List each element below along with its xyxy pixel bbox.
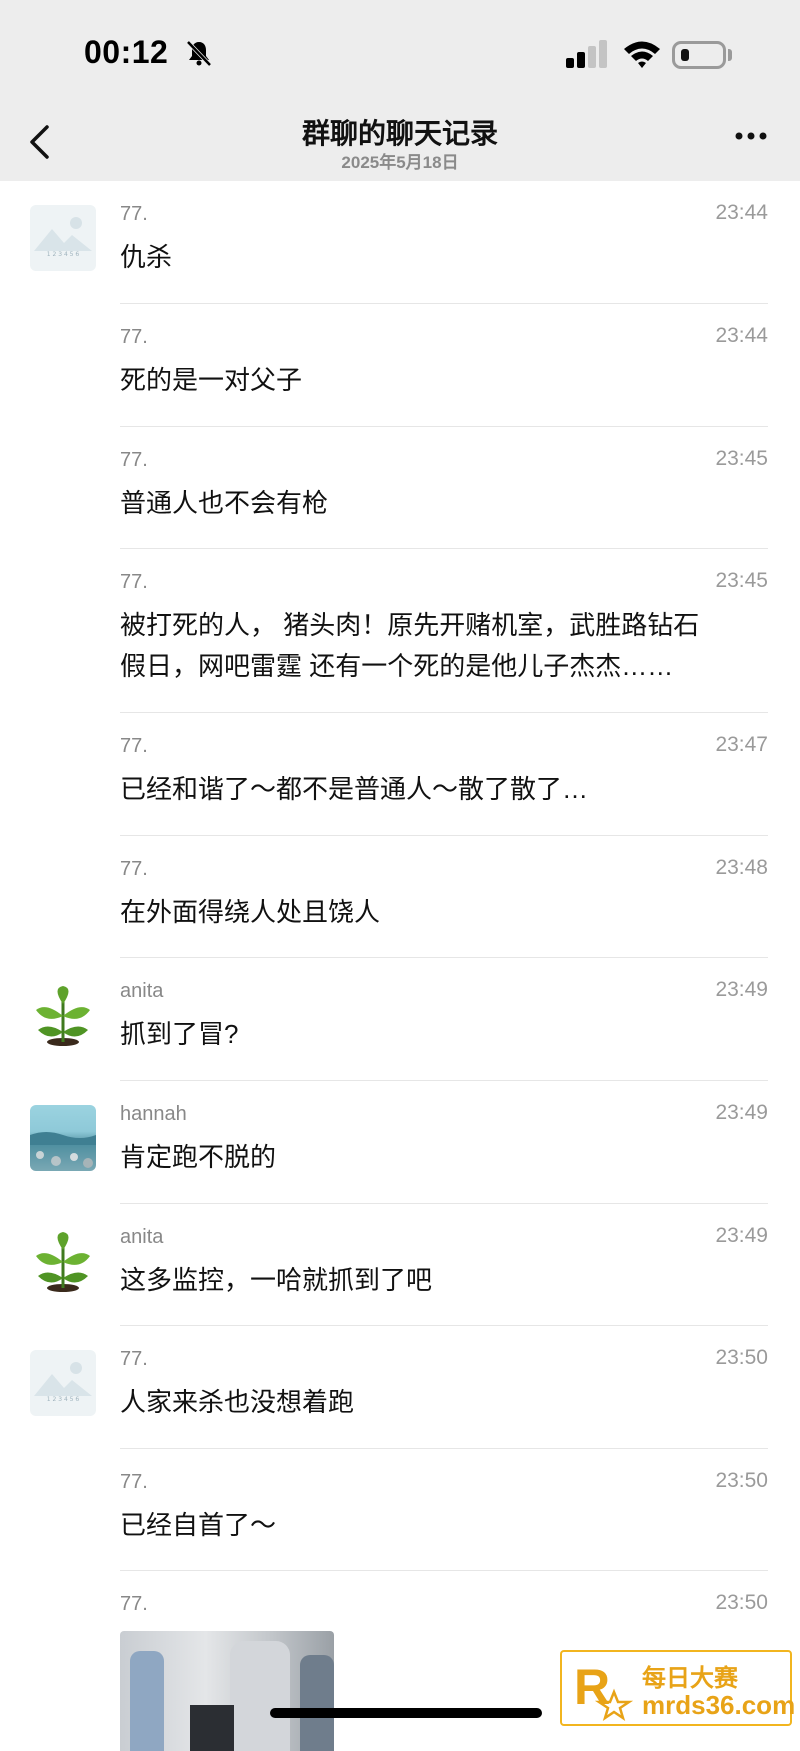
message-item[interactable]: 1 2 3 4 5 6 77. 23:50 人家来杀也没想着跑	[0, 1326, 800, 1449]
avatar[interactable]: 1 2 3 4 5 6	[30, 205, 96, 271]
message-text: 肯定跑不脱的	[120, 1142, 277, 1172]
message-time: 23:48	[715, 856, 768, 879]
battery-icon	[672, 41, 726, 69]
message-text: 人家来杀也没想着跑	[120, 1387, 355, 1417]
avatar[interactable]	[30, 1105, 96, 1171]
message-item[interactable]: 77. 23:45 被打死的人， 猪头肉！原先开赌机室，武胜路钻石假日，网吧雷霆…	[0, 549, 800, 713]
home-indicator[interactable]	[270, 1708, 542, 1718]
message-text: 已经自首了～	[120, 1510, 277, 1540]
message-time: 23:49	[715, 978, 768, 1001]
message-text: 这多监控，一哈就抓到了吧	[120, 1265, 433, 1295]
avatar-caption: 1 2 3 4 5 6	[46, 1396, 80, 1403]
message-time: 23:45	[715, 569, 768, 592]
avatar-caption: 1 2 3 4 5 6	[46, 251, 80, 258]
photo-figure	[300, 1655, 334, 1751]
message-text: 死的是一对父子	[120, 365, 303, 395]
message-item[interactable]: anita 23:49 这多监控，一哈就抓到了吧	[0, 1204, 800, 1326]
battery-level	[681, 49, 689, 61]
message-time: 23:47	[715, 733, 768, 756]
wifi-icon	[624, 41, 660, 68]
plant-icon	[36, 986, 90, 1046]
message-text: 已经和谐了～都不是普通人～散了散了…	[120, 774, 589, 804]
message-time: 23:49	[715, 1224, 768, 1247]
watermark-name: 每日大赛	[642, 1665, 738, 1692]
message-item[interactable]: 1 2 3 4 5 6 77. 23:44 仇杀	[0, 181, 800, 304]
sender-name: 77.	[120, 571, 148, 593]
message-text: 仇杀	[120, 242, 173, 272]
message-item[interactable]: 77. 23:47 已经和谐了～都不是普通人～散了散了…	[0, 713, 800, 836]
watermark-url: mrds36.com	[642, 1690, 796, 1720]
cellular-signal-icon	[566, 40, 607, 68]
photo-figure	[130, 1651, 164, 1751]
status-time: 00:12	[84, 34, 169, 70]
watermark-r-star-icon: R	[574, 1659, 634, 1721]
sender-name: 77.	[120, 326, 148, 348]
top-bar: 00:12 群聊的聊天记录 2025年5月18日	[0, 0, 800, 181]
message-item[interactable]: 77. 23:48 在外面得绕人处且饶人	[0, 836, 800, 958]
photo-object	[190, 1705, 234, 1751]
message-time: 23:50	[715, 1469, 768, 1492]
message-item[interactable]: hannah 23:49 肯定跑不脱的	[0, 1081, 800, 1204]
avatar[interactable]	[30, 1228, 96, 1294]
sender-name: 77.	[120, 449, 148, 471]
mute-bell-icon	[186, 40, 212, 67]
sender-name: 77.	[120, 735, 148, 757]
watermark-logo: R 每日大赛 mrds36.com	[560, 1650, 796, 1726]
message-item[interactable]: 77. 23:45 普通人也不会有枪	[0, 427, 800, 549]
more-options-icon[interactable]	[734, 130, 768, 142]
sender-name: anita	[120, 1226, 164, 1248]
message-text: 普通人也不会有枪	[120, 488, 329, 518]
message-time: 23:50	[715, 1591, 768, 1614]
message-item[interactable]: 77. 23:44 死的是一对父子	[0, 304, 800, 427]
message-time: 23:49	[715, 1101, 768, 1124]
sender-name: 77.	[120, 1471, 148, 1493]
message-time: 23:50	[715, 1346, 768, 1369]
landscape-placeholder-icon	[34, 1362, 92, 1396]
message-time: 23:44	[715, 201, 768, 224]
message-text: 被打死的人， 猪头肉！原先开赌机室，武胜路钻石假日，网吧雷霆 还有一个死的是他儿…	[120, 610, 700, 681]
sender-name: 77.	[120, 203, 148, 225]
page-title: 群聊的聊天记录	[301, 118, 498, 149]
page-subtitle-date: 2025年5月18日	[341, 153, 459, 172]
sender-name: 77.	[120, 1348, 148, 1370]
message-time: 23:44	[715, 324, 768, 347]
sender-name: 77.	[120, 858, 148, 880]
photo-figure	[230, 1641, 290, 1751]
sender-name: 77.	[120, 1593, 148, 1615]
sender-name: anita	[120, 980, 164, 1002]
message-item[interactable]: 77. 23:50 已经自首了～	[0, 1449, 800, 1571]
avatar[interactable]: 1 2 3 4 5 6	[30, 1350, 96, 1416]
seascape-icon	[30, 1132, 96, 1168]
landscape-placeholder-icon	[34, 217, 92, 251]
avatar[interactable]	[30, 982, 96, 1048]
sender-name: hannah	[120, 1103, 187, 1125]
plant-icon	[36, 1232, 90, 1292]
message-text: 在外面得绕人处且饶人	[120, 897, 381, 927]
message-time: 23:45	[715, 447, 768, 470]
message-text: 抓到了冒?	[120, 1019, 239, 1049]
battery-tip	[728, 49, 732, 61]
message-item[interactable]: anita 23:49 抓到了冒?	[0, 958, 800, 1081]
message-photo[interactable]	[120, 1631, 334, 1751]
